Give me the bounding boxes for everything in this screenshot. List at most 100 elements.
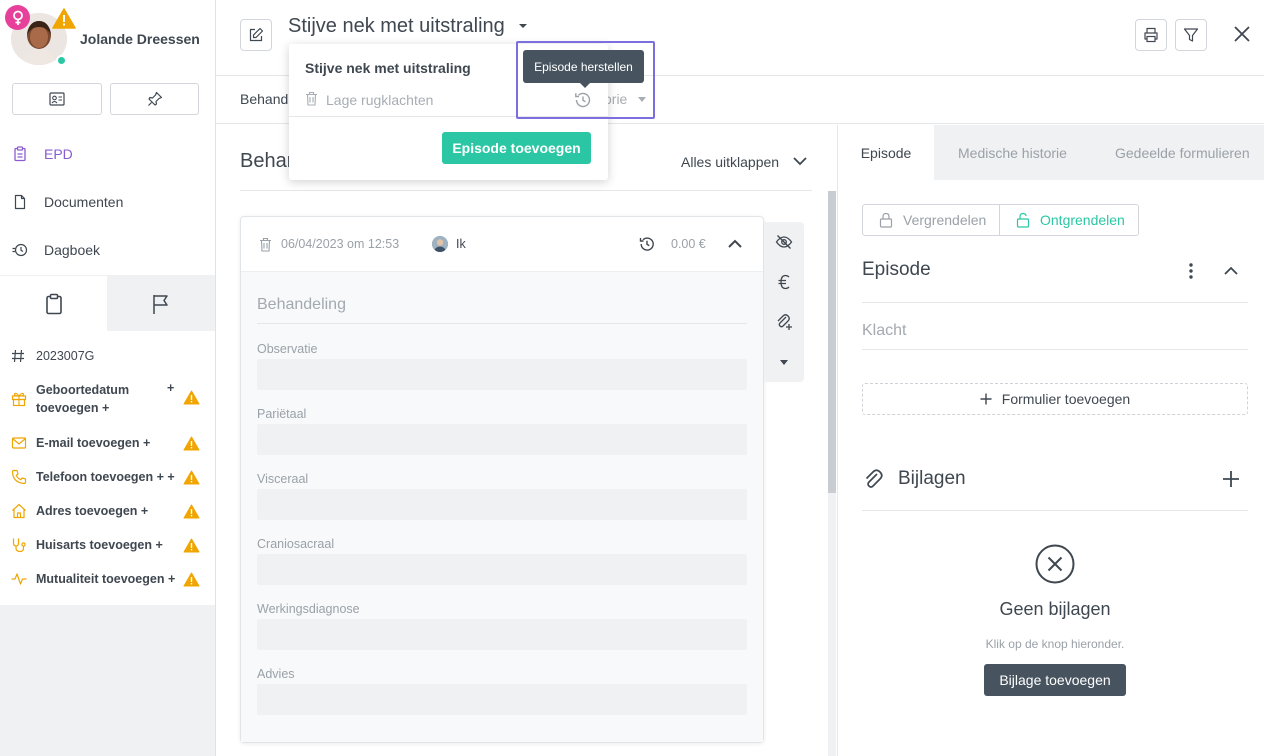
caret-down-icon[interactable] xyxy=(518,23,528,29)
pin-button[interactable] xyxy=(110,83,199,115)
attachments-title: Bijlagen xyxy=(898,468,966,489)
scrollbar-thumb[interactable] xyxy=(828,191,836,493)
nav-dagboek-label: Dagboek xyxy=(44,242,101,258)
tab-clipboard[interactable] xyxy=(0,276,107,331)
entry-date: 06/04/2023 om 12:53 xyxy=(281,237,400,251)
add-attachment-button[interactable]: Bijlage toevoegen xyxy=(984,664,1126,696)
lock-icon xyxy=(879,212,893,228)
nav-dagboek[interactable]: Dagboek xyxy=(0,230,215,270)
sidebar-top: Jolande Dreessen EPD Documenten Dagboek xyxy=(0,0,215,275)
lock-toggle: Vergrendelen Ontgrendelen xyxy=(862,204,1139,236)
more-vertical-icon[interactable] xyxy=(1183,262,1199,280)
more-button[interactable] xyxy=(772,350,796,374)
eye-off-icon xyxy=(775,235,793,249)
pulse-icon xyxy=(11,573,27,585)
print-button[interactable] xyxy=(1135,19,1167,51)
tab-medical-history[interactable]: Medische historie xyxy=(958,125,1067,180)
entry-toolbar xyxy=(764,222,804,382)
attach-button[interactable] xyxy=(772,310,796,334)
episode-section-title: Episode xyxy=(862,259,931,280)
edit-icon xyxy=(249,27,264,42)
chevron-down-icon[interactable] xyxy=(792,156,808,166)
field-advies[interactable] xyxy=(257,684,747,715)
nav-epd-label: EPD xyxy=(44,146,73,162)
hash-icon xyxy=(12,349,24,363)
euro-icon xyxy=(778,274,790,290)
price-button[interactable] xyxy=(772,270,796,294)
hide-button[interactable] xyxy=(772,230,796,254)
flag-icon xyxy=(153,294,168,314)
history-icon xyxy=(12,243,28,257)
episode-panel: Episode Medische historie Gedeelde formu… xyxy=(837,125,1264,756)
field-visceraal[interactable] xyxy=(257,489,747,520)
clipboard-icon xyxy=(45,293,62,314)
chevron-up-icon[interactable] xyxy=(727,239,743,249)
tab-episode[interactable]: Episode xyxy=(838,125,934,180)
edit-button[interactable] xyxy=(240,19,272,51)
divider xyxy=(862,349,1248,350)
pin-icon xyxy=(147,91,162,106)
treatment-entry: 06/04/2023 om 12:53 Ik 0.00 € Behandelin… xyxy=(240,216,764,743)
warning-icon xyxy=(183,470,200,485)
episode-option-active[interactable]: Stijve nek met uitstraling xyxy=(305,60,471,76)
field-label: Advies xyxy=(257,667,295,681)
divider xyxy=(862,302,1248,303)
add-form-button[interactable]: Formulier toevoegen xyxy=(862,383,1248,415)
field-label: Craniosacraal xyxy=(257,537,335,551)
phone-icon xyxy=(11,469,27,485)
close-icon[interactable] xyxy=(1233,25,1251,43)
nav-epd[interactable]: EPD xyxy=(0,134,215,174)
warning-icon xyxy=(183,572,200,587)
nav-documenten-label: Documenten xyxy=(44,194,124,210)
warning-icon xyxy=(183,436,200,451)
add-episode-button[interactable]: Episode toevoegen xyxy=(442,132,591,164)
unlock-icon xyxy=(1016,212,1030,228)
expand-all-button[interactable]: Alles uitklappen xyxy=(681,154,779,170)
episode-title[interactable]: Stijve nek met uitstraling xyxy=(288,15,505,38)
field-craniosacraal[interactable] xyxy=(257,554,747,585)
unlock-button[interactable]: Ontgrendelen xyxy=(1000,205,1138,235)
episode-tabs: Episode Medische historie Gedeelde formu… xyxy=(838,125,1264,180)
field-parietaal[interactable] xyxy=(257,424,747,455)
stethoscope-icon xyxy=(12,538,26,553)
lock-button[interactable]: Vergrendelen xyxy=(863,205,1000,235)
treatment-panel: Behan Alles uitklappen 06/04/2023 om 12:… xyxy=(216,125,836,756)
caret-down-icon xyxy=(780,359,788,365)
trash-icon xyxy=(306,91,317,106)
document-icon xyxy=(14,194,26,210)
trash-icon[interactable] xyxy=(259,237,272,252)
nav-documenten[interactable]: Documenten xyxy=(0,182,215,222)
home-icon xyxy=(12,503,26,519)
tab-flags[interactable] xyxy=(107,276,215,331)
field-label: Visceraal xyxy=(257,472,309,486)
history-icon[interactable] xyxy=(639,236,655,252)
empty-state-title: Geen bijlagen xyxy=(999,599,1111,619)
patient-card-button[interactable] xyxy=(12,83,102,115)
chevron-up-icon[interactable] xyxy=(1222,262,1240,280)
plus-icon[interactable] xyxy=(1222,470,1240,488)
paperclip-icon xyxy=(865,469,883,488)
female-icon xyxy=(5,5,30,30)
entry-author: Ik xyxy=(456,237,466,251)
warning-icon xyxy=(183,538,200,553)
printer-icon xyxy=(1144,27,1158,43)
episode-option-deleted[interactable]: Lage rugklachten xyxy=(326,92,433,108)
divider xyxy=(240,190,812,191)
filter-button[interactable] xyxy=(1175,19,1207,51)
highlight-box xyxy=(516,41,655,119)
complaint-field[interactable]: Klacht xyxy=(862,322,906,340)
online-status-dot xyxy=(56,55,67,66)
gift-icon xyxy=(11,392,27,407)
filter-icon xyxy=(1183,28,1199,42)
entry-header: 06/04/2023 om 12:53 Ik 0.00 € xyxy=(241,217,763,272)
sidebar-tabs xyxy=(0,276,215,331)
field-werkingsdiagnose[interactable] xyxy=(257,619,747,650)
subnav-tab[interactable]: Behand xyxy=(240,91,288,107)
patient-sidebar: Jolande Dreessen EPD Documenten Dagboek xyxy=(0,0,216,756)
empty-state-subtitle: Klik op de knop hieronder. xyxy=(985,637,1125,651)
tab-shared-forms[interactable]: Gedeelde formulieren xyxy=(1115,125,1250,180)
paperclip-plus-icon xyxy=(777,314,792,330)
warning-icon xyxy=(183,504,200,519)
field-observatie[interactable] xyxy=(257,359,747,390)
entry-body: Behandeling Observatie Pariëtaal Viscera… xyxy=(241,272,763,742)
